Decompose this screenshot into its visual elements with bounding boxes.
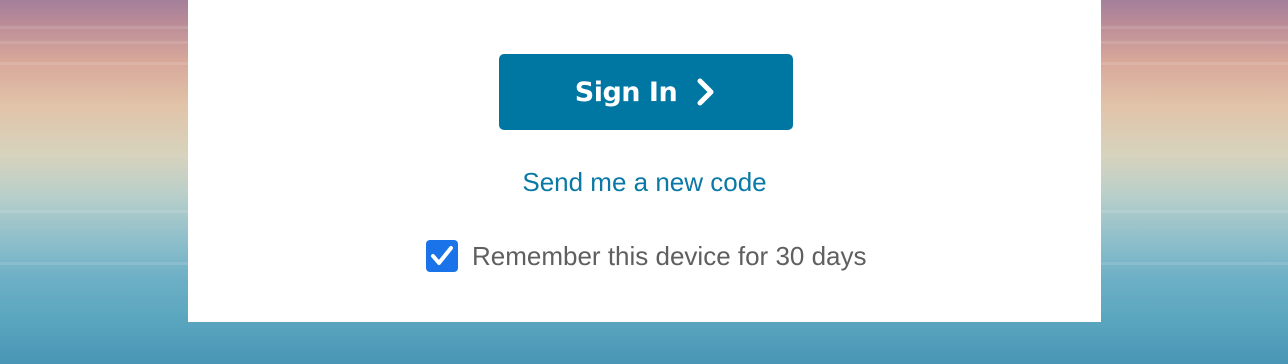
sign-in-button[interactable]: Sign In: [499, 54, 793, 130]
remember-device-label: Remember this device for 30 days: [472, 241, 867, 271]
remember-device-option[interactable]: Remember this device for 30 days: [426, 240, 867, 272]
checkmark-icon: [431, 246, 453, 265]
send-new-code-link[interactable]: Send me a new code: [188, 166, 1101, 198]
login-card: Sign In Send me a new code Remember this…: [188, 0, 1101, 322]
sign-in-label: Sign In: [574, 76, 678, 108]
remember-device-checkbox[interactable]: [426, 240, 458, 272]
chevron-right-icon: [695, 78, 717, 106]
